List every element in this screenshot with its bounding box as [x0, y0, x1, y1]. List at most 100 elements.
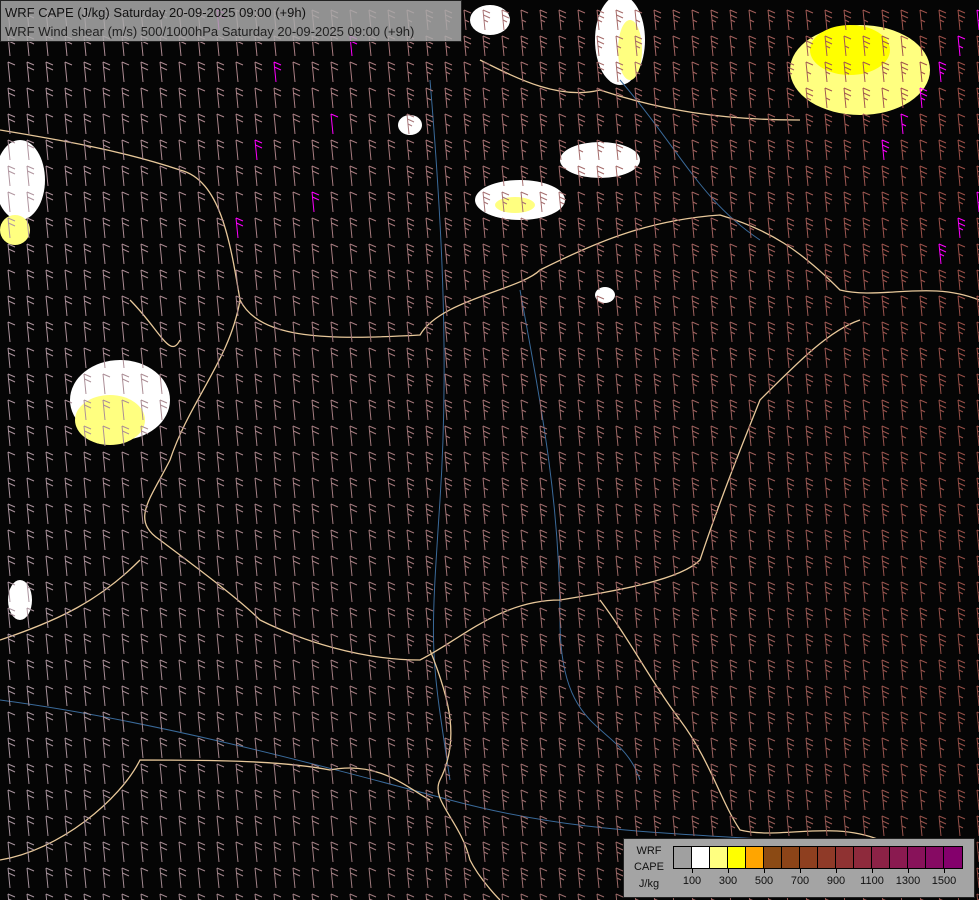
wind-barb [102, 737, 111, 759]
wind-barb [463, 633, 472, 655]
wind-barb [406, 87, 415, 109]
wind-barb [501, 581, 510, 603]
wind-barb [558, 9, 567, 31]
wind-barb [748, 451, 757, 473]
wind-barb [596, 789, 605, 811]
wind-barb [539, 815, 548, 837]
wind-barb [957, 763, 966, 785]
wind-barb [235, 815, 244, 837]
wind-barb [862, 503, 871, 525]
wind-barb [957, 191, 966, 213]
wind-barb [216, 451, 225, 473]
wind-barb [311, 243, 320, 265]
wind-barb [444, 295, 453, 317]
wind-barb [444, 191, 453, 213]
wind-barb [102, 87, 111, 109]
wind-barb [349, 425, 358, 447]
wind-barb [387, 451, 396, 473]
wind-barb [178, 217, 187, 239]
wind-barb [140, 555, 149, 577]
wind-barb [653, 477, 662, 499]
wind-barb [349, 737, 358, 759]
wind-barb [235, 321, 244, 343]
wind-barb [539, 35, 548, 57]
wind-barb [7, 399, 16, 421]
wind-barb [881, 347, 890, 369]
wind-barb [64, 867, 73, 889]
wind-barb [957, 815, 966, 837]
wind-barb [900, 9, 909, 31]
wind-barb [558, 295, 567, 317]
wind-barb [102, 841, 111, 863]
wind-barb [881, 685, 890, 707]
wind-barb [64, 425, 73, 447]
wind-barb [767, 581, 776, 603]
wind-barb [235, 451, 244, 473]
wind-barb [216, 243, 225, 265]
wind-barb [824, 529, 833, 551]
wind-barb [330, 763, 339, 785]
wind-barb [691, 243, 700, 265]
wind-barb [596, 113, 605, 135]
wind-barb [729, 35, 738, 57]
wind-barb [387, 347, 396, 369]
wind-barb [235, 87, 244, 109]
wind-barb [64, 711, 73, 733]
wind-barb [919, 503, 928, 525]
wind-barb [7, 893, 16, 900]
wind-barb [577, 893, 586, 900]
wind-barb [140, 789, 149, 811]
wind-barb [634, 269, 643, 291]
wind-barb [482, 295, 491, 317]
wind-barb [710, 529, 719, 551]
wind-barb [83, 763, 92, 785]
wind-barb [140, 217, 149, 239]
wind-barb [805, 191, 814, 213]
wind-barb [197, 61, 206, 83]
wind-barb [957, 243, 966, 265]
wind-barb [558, 815, 567, 837]
wind-barb [957, 269, 966, 291]
wind-barb [729, 425, 738, 447]
wind-barb [748, 529, 757, 551]
wind-barb [634, 789, 643, 811]
wind-barb [425, 529, 434, 551]
wind-barb [805, 529, 814, 551]
wind-barb [368, 815, 377, 837]
wind-barb [634, 555, 643, 577]
wind-barb [577, 61, 586, 83]
legend-swatch [908, 847, 926, 868]
wind-barb [463, 607, 472, 629]
wind-barb [235, 113, 244, 135]
wind-barb [254, 815, 263, 837]
wind-barb [349, 269, 358, 291]
wind-barb [881, 659, 890, 681]
wind-barb [45, 347, 54, 369]
wind-barb [45, 87, 54, 109]
wind-barb [349, 555, 358, 577]
wind-barb [463, 451, 472, 473]
wind-barb [653, 217, 662, 239]
wind-barb [577, 295, 586, 317]
wind-barb [634, 815, 643, 837]
wind-barb [406, 555, 415, 577]
wind-barb [672, 87, 681, 109]
wind-barb [482, 841, 491, 863]
wind-barb [197, 789, 206, 811]
legend-tick-label: 100 [682, 875, 702, 887]
wind-barb [45, 581, 54, 603]
wind-barb [710, 269, 719, 291]
wind-barb [558, 503, 567, 525]
wind-barb [824, 477, 833, 499]
wind-barb [482, 269, 491, 291]
wind-barb [273, 139, 282, 161]
wind-barb [254, 841, 263, 863]
wind-barb [83, 243, 92, 265]
wind-barb [748, 685, 757, 707]
wind-barb [83, 61, 92, 83]
wind-barb [691, 607, 700, 629]
wind-barb [102, 581, 111, 603]
wind-barb [216, 477, 225, 499]
wind-barb [539, 607, 548, 629]
wind-barb [292, 685, 301, 707]
